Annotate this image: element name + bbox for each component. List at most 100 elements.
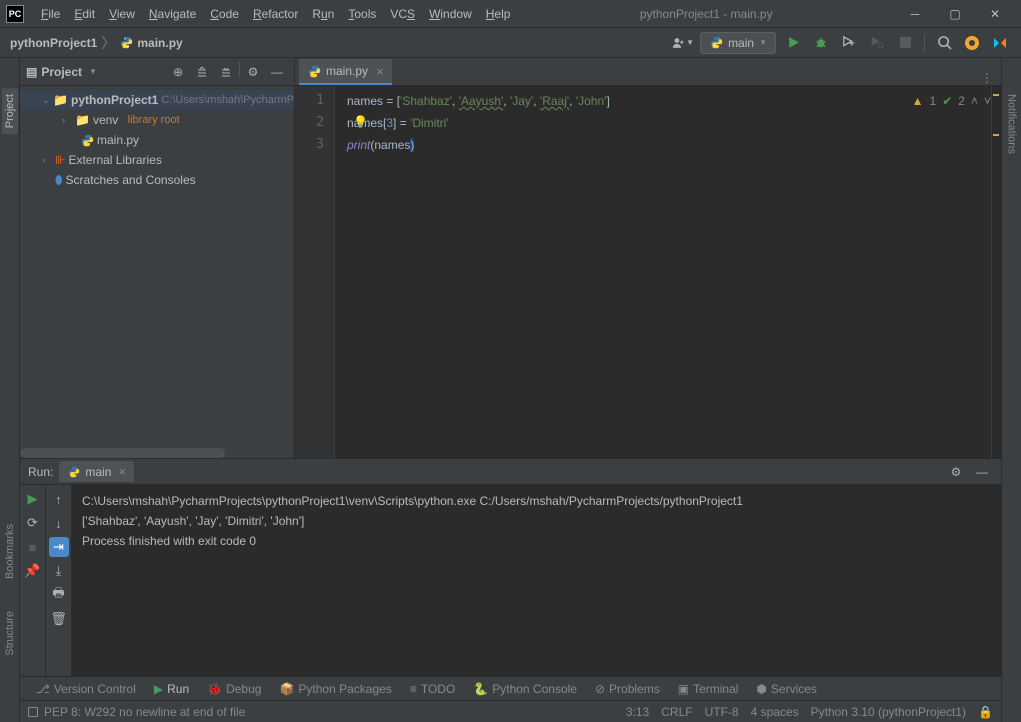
code-with-me-icon[interactable] (989, 32, 1011, 54)
ide-settings-icon[interactable] (961, 32, 983, 54)
menu-run[interactable]: Run (305, 4, 341, 24)
menu-view[interactable]: View (102, 4, 142, 24)
status-position[interactable]: 3:13 (626, 705, 649, 719)
menu-window[interactable]: Window (422, 4, 479, 24)
inspection-widget[interactable]: ▲1 ✔2 ˄ ˅ (912, 90, 991, 112)
menu-vcs[interactable]: VCS (383, 4, 422, 24)
expand-arrow-icon[interactable]: › (42, 155, 52, 165)
breadcrumb-file[interactable]: main.py (137, 36, 182, 50)
tool-window-toggle-icon[interactable] (28, 707, 38, 717)
editor-tab-mainpy[interactable]: main.py × (299, 59, 392, 85)
tab-services[interactable]: ⬢Services (748, 679, 825, 699)
gear-icon[interactable]: ⚙ (242, 61, 264, 83)
tab-version-control[interactable]: ⎇Version Control (28, 679, 144, 699)
menu-help[interactable]: Help (479, 4, 518, 24)
close-button[interactable]: ✕ (975, 0, 1015, 28)
debug-button[interactable] (810, 32, 832, 54)
tree-venv[interactable]: › 📁 venv library root (20, 110, 294, 130)
run-config-selector[interactable]: main ▼ (700, 32, 776, 54)
line-number[interactable]: 2 (295, 112, 334, 134)
expand-arrow-icon[interactable]: ⌄ (42, 95, 50, 106)
expand-arrow-icon[interactable]: › (62, 115, 72, 125)
minimize-button[interactable]: ─ (895, 0, 935, 28)
menu-edit[interactable]: Edit (67, 4, 102, 24)
tab-python-packages[interactable]: 📦Python Packages (271, 679, 399, 699)
breadcrumb-project[interactable]: pythonProject1 (10, 36, 97, 50)
up-icon[interactable]: ↑ (49, 489, 69, 509)
console-icon: 🐍 (473, 682, 488, 696)
hide-panel-icon[interactable]: — (971, 461, 993, 483)
side-tab-structure[interactable]: Structure (2, 605, 18, 662)
status-interpreter[interactable]: Python 3.10 (pythonProject1) (811, 705, 966, 719)
profile-button[interactable] (866, 32, 888, 54)
intention-bulb-icon[interactable]: 💡 (353, 111, 368, 133)
line-number-gutter[interactable]: 1 2 3 (295, 86, 335, 458)
select-opened-file-icon[interactable]: ⊕ (167, 61, 189, 83)
tree-extlibs-label: External Libraries (68, 153, 161, 167)
rerun-icon[interactable]: ▶ (23, 489, 43, 509)
close-icon[interactable]: × (118, 464, 126, 479)
tab-python-console[interactable]: 🐍Python Console (465, 679, 585, 699)
run-tab-main[interactable]: main × (59, 461, 134, 482)
tab-debug[interactable]: 🐞Debug (199, 679, 269, 699)
status-eol[interactable]: CRLF (661, 705, 692, 719)
line-number[interactable]: 1 (295, 90, 334, 112)
menu-code[interactable]: Code (203, 4, 246, 24)
horizontal-scrollbar[interactable] (20, 448, 225, 458)
tab-problems[interactable]: ⊘Problems (587, 679, 668, 699)
status-indent[interactable]: 4 spaces (751, 705, 799, 719)
scroll-end-icon[interactable]: ⤓ (49, 561, 69, 581)
stop-button[interactable] (894, 32, 916, 54)
tab-run[interactable]: ▶Run (146, 679, 197, 699)
side-tab-notifications[interactable]: Notifications (1004, 88, 1020, 160)
services-icon: ⬢ (756, 682, 766, 696)
next-highlight-icon[interactable]: ˅ (984, 90, 991, 112)
close-icon[interactable]: × (376, 64, 384, 79)
gear-icon[interactable]: ⚙ (945, 461, 967, 483)
side-tab-project[interactable]: Project (2, 88, 18, 134)
menu-navigate[interactable]: Navigate (142, 4, 203, 24)
print-icon[interactable]: 🖶 (49, 585, 69, 605)
coverage-button[interactable] (838, 32, 860, 54)
side-tab-bookmarks[interactable]: Bookmarks (2, 518, 18, 585)
status-encoding[interactable]: UTF-8 (705, 705, 739, 719)
breadcrumb[interactable]: pythonProject1 〉 main.py (10, 33, 183, 53)
menu-file[interactable]: File (34, 4, 67, 24)
stop-icon[interactable]: ■ (23, 537, 43, 557)
code-area[interactable]: 💡 names = ['Shahbaz', 'Aayush', 'Jay', '… (335, 86, 1001, 458)
run-tool-window: Run: main × ⚙ — ▶ ⟳ ■ 📌 (20, 458, 1001, 676)
prev-highlight-icon[interactable]: ˄ (971, 90, 978, 112)
chevron-down-icon[interactable]: ▼ (89, 67, 97, 76)
tab-todo[interactable]: ≡TODO (402, 679, 463, 699)
menu-tools[interactable]: Tools (341, 4, 383, 24)
editor-tabs-more[interactable]: ⋮ (973, 71, 1001, 85)
add-user-button[interactable]: ▼ (672, 32, 694, 54)
tree-mainpy[interactable]: main.py (20, 130, 294, 150)
search-icon[interactable] (933, 32, 955, 54)
project-tree[interactable]: ⌄ 📁 pythonProject1 C:\Users\mshah\Pychar… (20, 86, 294, 448)
rerun-failed-icon[interactable]: ⟳ (23, 513, 43, 533)
bug-icon: 🐞 (207, 682, 222, 696)
terminal-icon: ▣ (678, 682, 689, 696)
right-tool-strip: Notifications (1001, 58, 1021, 722)
collapse-all-icon[interactable] (215, 61, 237, 83)
maximize-button[interactable]: ▢ (935, 0, 975, 28)
menu-refactor[interactable]: Refactor (246, 4, 305, 24)
down-icon[interactable]: ↓ (49, 513, 69, 533)
hide-panel-icon[interactable]: — (266, 61, 288, 83)
tree-external-libs[interactable]: › ⊪ External Libraries (20, 150, 294, 170)
project-icon: ▤ (26, 65, 37, 79)
error-stripe[interactable] (991, 86, 1001, 458)
tree-scratches[interactable]: ⬮ Scratches and Consoles (20, 170, 294, 190)
lock-icon[interactable]: 🔒 (978, 705, 993, 719)
soft-wrap-icon[interactable]: ⇥ (49, 537, 69, 557)
expand-all-icon[interactable] (191, 61, 213, 83)
pin-icon[interactable]: 📌 (23, 561, 43, 581)
line-number[interactable]: 3 (295, 134, 334, 156)
code-editor[interactable]: 1 2 3 💡 names = ['Shahbaz', 'Aayush', 'J… (295, 86, 1001, 458)
tree-project-root[interactable]: ⌄ 📁 pythonProject1 C:\Users\mshah\Pychar… (20, 90, 294, 110)
clear-icon[interactable]: 🗑 (49, 609, 69, 629)
console-output[interactable]: C:\Users\mshah\PycharmProjects\pythonPro… (72, 485, 1001, 676)
run-button[interactable] (782, 32, 804, 54)
tab-terminal[interactable]: ▣Terminal (670, 679, 747, 699)
